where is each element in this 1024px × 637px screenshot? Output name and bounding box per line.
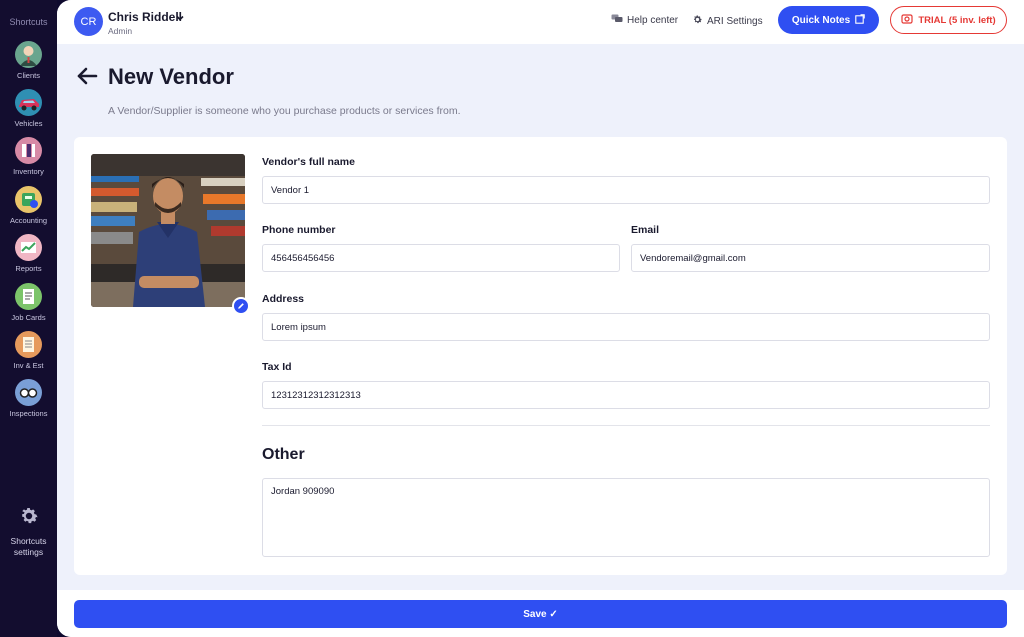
- settings-label-line2: settings: [13, 547, 44, 557]
- accounting-icon: [15, 186, 42, 213]
- save-button[interactable]: Save ✓: [74, 600, 1007, 628]
- sidebar-item-label: Reports: [15, 264, 42, 273]
- trial-icon: [901, 13, 913, 27]
- inventory-icon: [15, 137, 42, 164]
- sidebar-item-inventory[interactable]: Inventory: [0, 137, 57, 176]
- shortcuts-settings-button[interactable]: Shortcuts settings: [0, 505, 57, 558]
- sidebar-item-inspections[interactable]: Inspections: [0, 379, 57, 418]
- full-name-input[interactable]: [262, 176, 990, 204]
- invoice-estimate-icon: [15, 331, 42, 358]
- sidebar-item-inv-est[interactable]: Inv & Est: [0, 331, 57, 370]
- full-name-label: Vendor's full name: [262, 156, 355, 168]
- sidebar-item-vehicles[interactable]: Vehicles: [0, 89, 57, 128]
- edit-photo-pencil-icon[interactable]: [232, 297, 250, 315]
- help-center-link[interactable]: Help center: [611, 14, 678, 27]
- section-divider: [262, 425, 990, 426]
- sidebar-item-label: Job Cards: [11, 313, 46, 322]
- job-cards-icon: [15, 283, 42, 310]
- other-notes-textarea[interactable]: Jordan 909090: [262, 478, 990, 557]
- vendor-photo: [91, 154, 245, 307]
- chevron-down-icon[interactable]: [175, 10, 185, 28]
- sidebar-item-label: Clients: [17, 71, 40, 80]
- phone-input[interactable]: [262, 244, 620, 272]
- vehicles-icon: [15, 89, 42, 116]
- sidebar-item-label: Inspections: [9, 409, 48, 418]
- top-bar: CR Chris Riddell Admin Help center ARI S…: [57, 0, 1024, 44]
- sidebar-item-label: Vehicles: [14, 119, 43, 128]
- tax-id-label: Tax Id: [262, 361, 292, 373]
- sidebar-item-job-cards[interactable]: Job Cards: [0, 283, 57, 322]
- footer: Save ✓: [57, 590, 1024, 637]
- sidebar-item-clients[interactable]: Clients: [0, 41, 57, 80]
- address-label: Address: [262, 293, 305, 305]
- page-title: New Vendor: [108, 64, 234, 89]
- trial-label: TRIAL (5 inv. left): [918, 14, 996, 26]
- sidebar-item-reports[interactable]: Reports: [0, 234, 57, 273]
- avatar[interactable]: CR: [74, 7, 103, 36]
- ari-settings-link[interactable]: ARI Settings: [692, 14, 763, 28]
- sidebar-item-label: Accounting: [9, 216, 48, 225]
- sidebar-item-label: Inv & Est: [13, 361, 44, 370]
- trial-button[interactable]: TRIAL (5 inv. left): [890, 6, 1007, 34]
- sidebar-item-accounting[interactable]: Accounting: [0, 186, 57, 225]
- gear-icon: [692, 14, 703, 28]
- page-subtitle: A Vendor/Supplier is someone who you pur…: [108, 105, 461, 117]
- address-input[interactable]: [262, 313, 990, 341]
- sidebar: Shortcuts Clients Vehicles Inventory Acc…: [0, 0, 57, 637]
- inspections-icon: [15, 379, 42, 406]
- gear-icon: [18, 508, 40, 531]
- back-arrow-icon[interactable]: [75, 64, 99, 93]
- email-label: Email: [631, 224, 660, 236]
- phone-label: Phone number: [262, 224, 336, 236]
- quick-notes-button[interactable]: Quick Notes: [778, 6, 879, 34]
- ari-settings-label: ARI Settings: [707, 15, 763, 27]
- sidebar-item-label: Inventory: [13, 167, 44, 176]
- other-section-title: Other: [262, 446, 305, 463]
- tax-id-input[interactable]: [262, 381, 990, 409]
- save-label: Save ✓: [523, 608, 558, 620]
- reports-icon: [15, 234, 42, 261]
- vendor-form-card: Vendor's full name Phone number Email Ad…: [74, 137, 1007, 575]
- user-name[interactable]: Chris Riddell: [108, 10, 182, 24]
- user-role: Admin: [108, 26, 133, 36]
- main-content: CR Chris Riddell Admin Help center ARI S…: [57, 0, 1024, 637]
- clients-icon: [15, 41, 42, 68]
- quick-notes-label: Quick Notes: [791, 14, 851, 26]
- sidebar-title: Shortcuts: [9, 17, 48, 27]
- email-input[interactable]: [631, 244, 990, 272]
- help-center-label: Help center: [627, 15, 679, 26]
- external-link-icon: [855, 13, 865, 27]
- settings-label-line1: Shortcuts: [10, 536, 47, 546]
- help-chat-icon: [611, 14, 623, 27]
